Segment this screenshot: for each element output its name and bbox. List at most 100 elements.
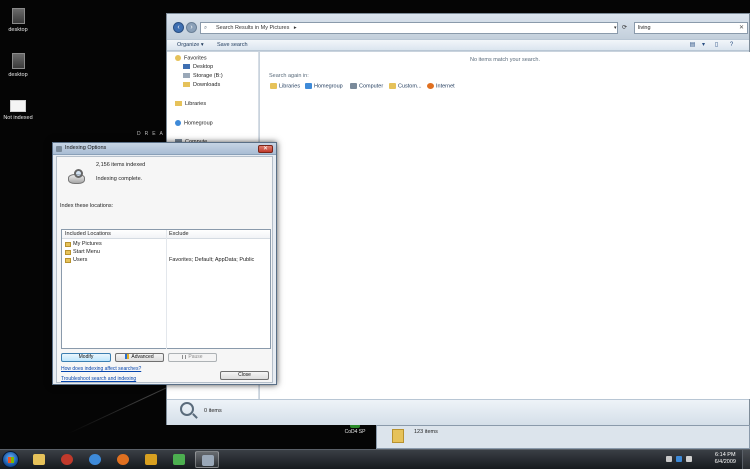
organize-label: Organize [177, 42, 200, 48]
advanced-button[interactable]: Advanced [115, 353, 164, 362]
start-button[interactable] [2, 451, 19, 468]
change-view-icon[interactable]: ▤ [688, 42, 697, 49]
close-icon[interactable]: ✕ [258, 145, 273, 153]
star-icon [175, 55, 181, 61]
view-dropdown-icon[interactable]: ▾ [699, 42, 708, 49]
taskbar-media-player[interactable] [139, 451, 163, 468]
address-bar[interactable]: ⌕ Search Results in My Pictures ▸ [200, 22, 618, 34]
homegroup-icon [175, 120, 181, 126]
search-input[interactable]: living ✕ [634, 22, 748, 34]
modify-button[interactable]: Modify [61, 353, 111, 362]
drive-icon [183, 73, 190, 79]
search-again-label: Search again in: [269, 73, 309, 79]
location-name: Start Menu [73, 249, 100, 255]
nav-favorites[interactable]: Favorites [175, 55, 207, 61]
location-name: My Pictures [73, 241, 102, 247]
search-again-custom[interactable]: Custom... [389, 83, 422, 89]
address-row: ‹ › ⌕ Search Results in My Pictures ▸ ▾ … [167, 14, 749, 39]
item-count: 0 items [204, 408, 222, 414]
ie-icon [89, 454, 101, 465]
taskbar-firefox[interactable] [111, 451, 135, 468]
firefox-icon [117, 454, 129, 465]
indexing-icon [66, 168, 88, 188]
forward-button[interactable]: › [186, 22, 197, 33]
network-icon[interactable] [676, 456, 682, 462]
troubleshoot-link[interactable]: Troubleshoot search and indexing [61, 376, 136, 382]
pause-button[interactable]: Pause [168, 353, 217, 362]
notification-area: 6:14 PM 6/4/2009 [660, 450, 750, 469]
dialog-title-bar[interactable]: Indexing Options ✕ [53, 143, 276, 155]
folder-icon [33, 454, 45, 465]
search-value: living [638, 25, 651, 31]
item-count: 123 items [414, 429, 438, 435]
windows-logo-icon [8, 457, 14, 463]
chevron-down-icon: ▾ [200, 42, 204, 48]
search-again-computer[interactable]: Computer [350, 83, 383, 89]
taskbar-indexing-options[interactable] [195, 451, 219, 468]
desktop-icon-label: Not indexed [3, 115, 33, 121]
file-icon [10, 100, 26, 112]
show-desktop-button[interactable] [742, 450, 750, 469]
desktop-icon[interactable]: desktop [0, 53, 36, 78]
close-button[interactable]: Close [220, 371, 269, 380]
search-again-internet[interactable]: Internet [427, 83, 455, 89]
media-player-icon [145, 454, 157, 465]
column-exclude[interactable]: Exclude [169, 231, 189, 237]
address-dropdown-icon[interactable]: ▾ [614, 22, 622, 34]
uac-shield-icon [125, 354, 130, 360]
chevron-up-icon[interactable] [666, 456, 672, 462]
table-row[interactable]: Users Favorites; Default; AppData; Publi… [62, 257, 270, 265]
taskbar-internet-explorer[interactable] [83, 451, 107, 468]
table-row[interactable]: Start Menu [62, 249, 270, 257]
computer-icon [350, 83, 357, 89]
taskbar: 6:14 PM 6/4/2009 [0, 449, 750, 469]
help-icon[interactable]: ? [727, 42, 736, 49]
indexing-icon [56, 146, 62, 152]
nav-homegroup[interactable]: Homegroup [175, 120, 213, 126]
save-search-button[interactable]: Save search [217, 40, 248, 51]
indexing-status: Indexing complete. [96, 176, 143, 182]
nav-storage[interactable]: Storage (B:) [183, 73, 223, 79]
clear-search-icon[interactable]: ✕ [739, 23, 744, 33]
wallpaper-text: DREA [137, 131, 167, 137]
folder-icon [392, 429, 404, 443]
breadcrumb-arrow-icon[interactable]: ▸ [294, 25, 297, 31]
app-icon [61, 454, 73, 465]
explorer-window-behind[interactable]: 123 items [376, 425, 750, 449]
address-text: Search Results in My Pictures [216, 25, 290, 31]
table-row[interactable]: My Pictures [62, 241, 270, 249]
indexing-help-link[interactable]: How does indexing affect searches? [61, 366, 141, 372]
back-button[interactable]: ‹ [173, 22, 184, 33]
search-again-libraries[interactable]: Libraries [270, 83, 300, 89]
taskbar-explorer[interactable] [27, 451, 51, 468]
clock[interactable]: 6:14 PM 6/4/2009 [715, 452, 736, 466]
folder-icon [65, 258, 71, 263]
taskbar-network-app[interactable] [167, 451, 191, 468]
desktop-icon [183, 64, 190, 70]
details-pane: 0 items [167, 399, 749, 425]
dialog-title: Indexing Options [65, 145, 107, 151]
dialog-body: 2,156 items indexed Indexing complete. I… [56, 156, 273, 383]
search-icon [180, 402, 194, 416]
results-pane: No items match your search. Search again… [260, 52, 750, 399]
nav-libraries[interactable]: Libraries [175, 101, 206, 107]
search-again-homegroup[interactable]: Homegroup [305, 83, 343, 89]
indexing-options-dialog[interactable]: Indexing Options ✕ 2,156 items indexed I… [52, 142, 277, 385]
organize-button[interactable]: Organize ▾ [177, 40, 204, 51]
homegroup-icon [305, 83, 312, 89]
column-included[interactable]: Included Locations [65, 231, 111, 237]
refresh-icon[interactable]: ⟳ [622, 22, 631, 34]
desktop-icon[interactable]: Not indexed [0, 100, 36, 121]
folder-icon [389, 83, 396, 89]
nav-downloads[interactable]: Downloads [183, 82, 220, 88]
taskbar-app[interactable] [55, 451, 79, 468]
empty-message: No items match your search. [470, 57, 540, 63]
volume-icon[interactable] [686, 456, 692, 462]
nav-desktop[interactable]: Desktop [183, 64, 213, 70]
desktop-icon[interactable]: desktop [0, 8, 36, 33]
clock-date: 6/4/2009 [714, 459, 736, 465]
locations-table[interactable]: Included Locations Exclude My Pictures S… [61, 229, 271, 349]
location-exclude: Favorites; Default; AppData; Public [169, 257, 255, 263]
preview-pane-icon[interactable]: ▯ [712, 42, 721, 49]
file-icon [11, 53, 25, 69]
